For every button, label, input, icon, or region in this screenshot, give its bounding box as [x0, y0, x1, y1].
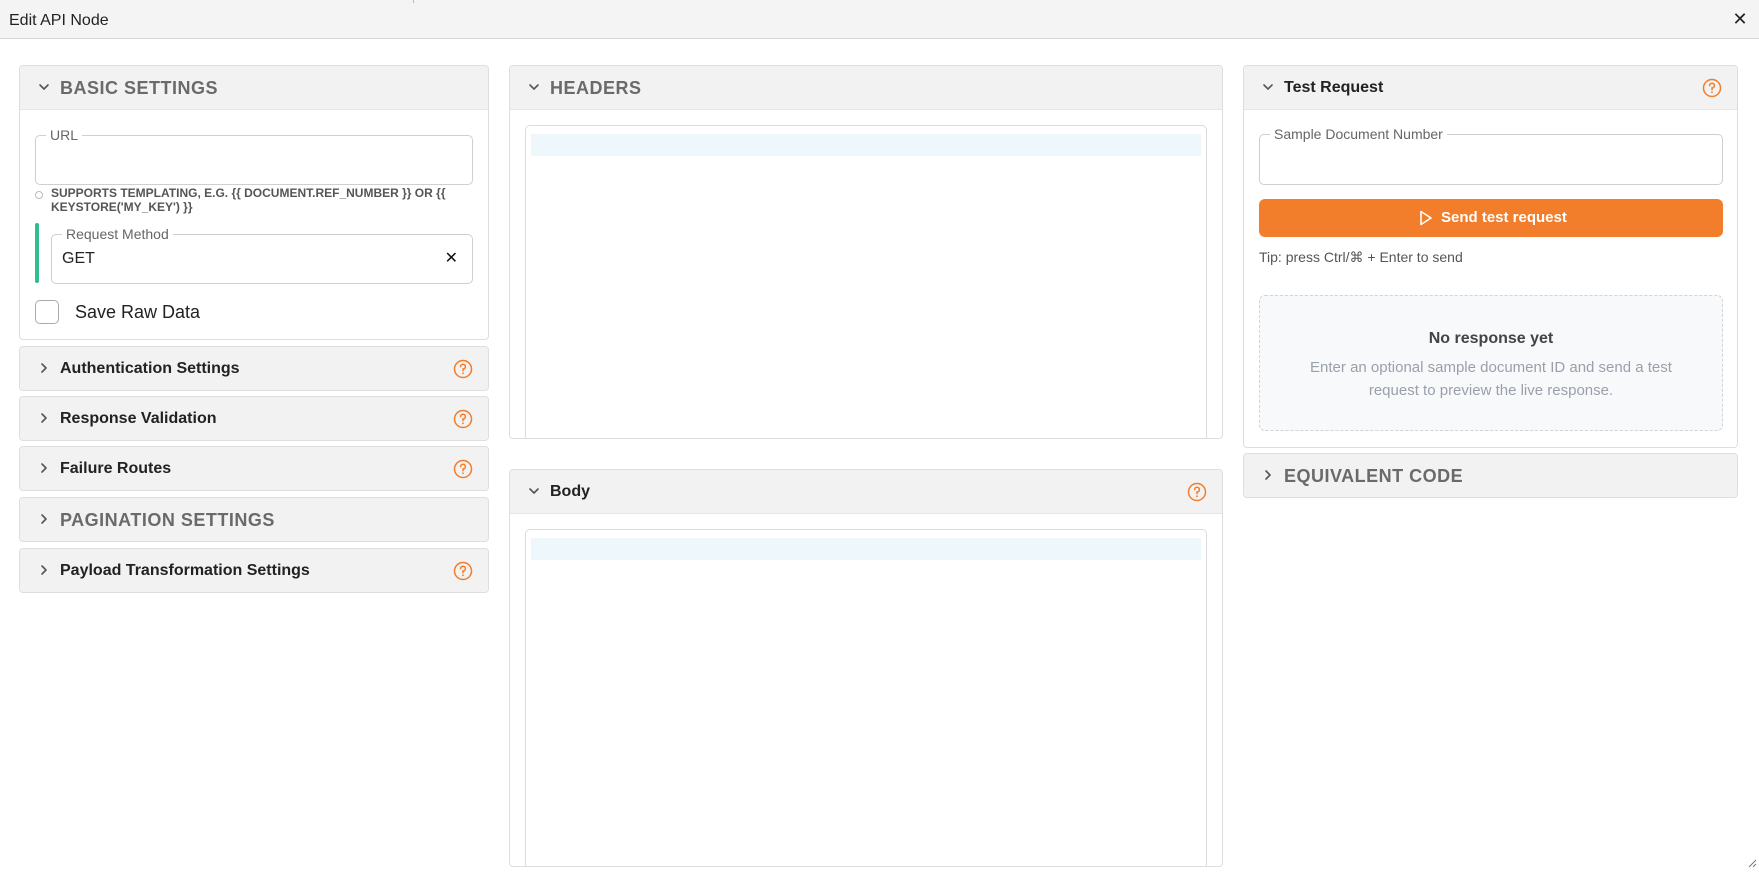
section-response-validation[interactable]: Response Validation — [19, 396, 489, 441]
body-header[interactable]: Body — [510, 470, 1222, 514]
play-icon — [1419, 210, 1433, 230]
test-request-header[interactable]: Test Request — [1244, 66, 1737, 110]
help-icon[interactable] — [1187, 482, 1207, 502]
help-icon[interactable] — [453, 409, 473, 429]
help-icon[interactable] — [453, 459, 473, 479]
section-equivalent-code[interactable]: EQUIVALENT CODE — [1243, 453, 1738, 498]
basic-settings-header[interactable]: BASIC SETTINGS — [20, 66, 488, 110]
info-icon — [35, 191, 43, 199]
chevron-right-icon[interactable] — [37, 411, 51, 425]
editor-active-line — [531, 538, 1201, 560]
close-icon[interactable]: ✕ — [1732, 9, 1747, 29]
url-hint: SUPPORTS TEMPLATING, E.G. {{ DOCUMENT.RE… — [35, 184, 485, 216]
section-title: PAGINATION SETTINGS — [60, 510, 275, 530]
url-field[interactable]: URL — [35, 127, 473, 185]
request-method-value[interactable]: GET — [62, 250, 95, 268]
response-empty-state: No response yet Enter an optional sample… — [1259, 295, 1723, 431]
request-method-select[interactable]: Request Method GET ✕ — [51, 226, 473, 284]
dialog-title-bar: Edit API Node ✕ — [0, 0, 1759, 39]
test-request-panel: Test Request Sample Document Number Send… — [1243, 65, 1738, 448]
section-title: EQUIVALENT CODE — [1284, 466, 1464, 486]
section-header[interactable]: Failure Routes — [20, 447, 488, 490]
help-icon[interactable] — [1702, 78, 1722, 98]
section-authentication-settings[interactable]: Authentication Settings — [19, 346, 489, 391]
basic-settings-panel: BASIC SETTINGS URL SUPPORTS TEMPLATING, … — [19, 65, 489, 340]
save-raw-data-checkbox[interactable] — [35, 300, 59, 324]
divider — [413, 0, 414, 3]
panel-title: Test Request — [1284, 79, 1384, 96]
section-title: Authentication Settings — [60, 360, 240, 377]
body-panel: Body — [509, 469, 1223, 867]
save-raw-data-label[interactable]: Save Raw Data — [75, 302, 200, 323]
chevron-down-icon[interactable] — [37, 80, 51, 94]
section-pagination-settings[interactable]: PAGINATION SETTINGS — [19, 497, 489, 542]
panel-title: Body — [550, 483, 590, 500]
chevron-down-icon[interactable] — [1261, 80, 1275, 94]
chevron-right-icon[interactable] — [1261, 468, 1275, 482]
empty-state-title: No response yet — [1428, 330, 1554, 347]
section-header[interactable]: EQUIVALENT CODE — [1244, 454, 1737, 497]
send-test-request-label: Send test request — [1441, 209, 1567, 226]
url-label: URL — [46, 127, 83, 143]
section-header[interactable]: Authentication Settings — [20, 347, 488, 390]
sample-document-number-field[interactable]: Sample Document Number — [1259, 126, 1723, 185]
chevron-right-icon[interactable] — [37, 563, 51, 577]
section-title: Payload Transformation Settings — [60, 562, 310, 579]
resize-grip-icon[interactable] — [1747, 855, 1757, 868]
section-failure-routes[interactable]: Failure Routes — [19, 446, 489, 491]
send-test-request-button[interactable]: Send test request — [1259, 199, 1723, 237]
chevron-right-icon[interactable] — [37, 461, 51, 475]
headers-editor[interactable] — [525, 125, 1207, 438]
section-payload-transformation-settings[interactable]: Payload Transformation Settings — [19, 548, 489, 593]
section-title: Failure Routes — [60, 460, 172, 477]
chevron-right-icon[interactable] — [37, 361, 51, 375]
dialog-title: Edit API Node — [9, 12, 109, 29]
editor-active-line — [531, 134, 1201, 156]
clear-icon[interactable]: ✕ — [445, 248, 458, 268]
method-indicator — [35, 223, 39, 283]
headers-panel: HEADERS — [509, 65, 1223, 439]
help-icon[interactable] — [453, 359, 473, 379]
request-method-label: Request Method — [62, 226, 173, 242]
url-hint-text: SUPPORTS TEMPLATING, E.G. {{ DOCUMENT.RE… — [51, 186, 446, 214]
chevron-down-icon[interactable] — [527, 80, 541, 94]
chevron-down-icon[interactable] — [527, 484, 541, 498]
section-header[interactable]: PAGINATION SETTINGS — [20, 498, 488, 541]
headers-header[interactable]: HEADERS — [510, 66, 1222, 110]
section-header[interactable]: Response Validation — [20, 397, 488, 440]
body-editor[interactable] — [525, 529, 1207, 866]
section-title: Response Validation — [60, 410, 217, 427]
empty-state-description: Enter an optional sample document ID and… — [1310, 359, 1672, 399]
panel-title: BASIC SETTINGS — [60, 78, 219, 98]
send-tip: Tip: press Ctrl/⌘ + Enter to send — [1259, 249, 1463, 265]
help-icon[interactable] — [453, 561, 473, 581]
chevron-right-icon[interactable] — [37, 512, 51, 526]
close-button[interactable]: ✕ — [1730, 9, 1750, 29]
panel-title: HEADERS — [550, 78, 642, 98]
sample-document-number-label: Sample Document Number — [1270, 126, 1447, 142]
section-header[interactable]: Payload Transformation Settings — [20, 549, 488, 592]
